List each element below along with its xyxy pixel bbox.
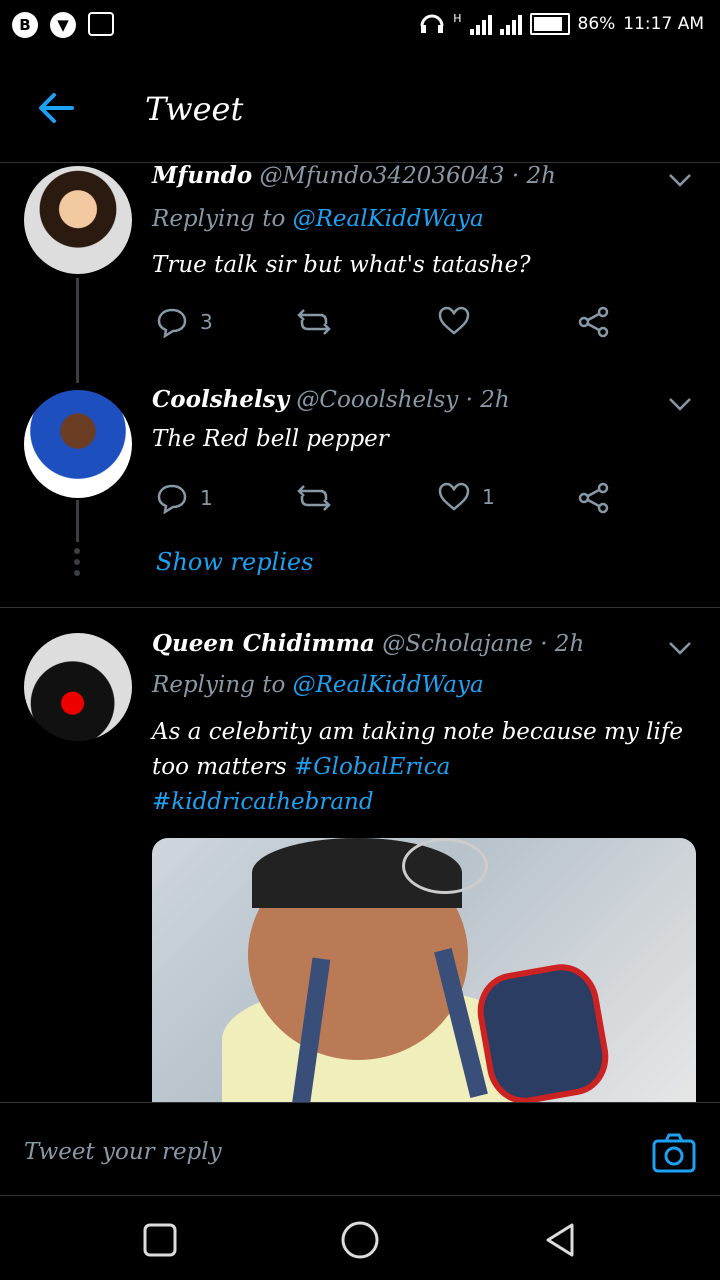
display-name[interactable]: Coolshelsy [152, 386, 289, 413]
retweet-icon [297, 309, 331, 335]
back-button[interactable] [540, 1220, 580, 1260]
replying-to: Replying to @RealKiddWaya [152, 206, 484, 232]
avatar[interactable] [24, 390, 132, 498]
avatar[interactable] [24, 166, 132, 274]
thread-line [76, 278, 79, 383]
tweet-text: The Red bell pepper [152, 426, 389, 452]
retweet-button[interactable] [296, 482, 332, 514]
chevron-down-icon[interactable] [668, 396, 692, 412]
replying-to-link[interactable]: @RealKiddWaya [293, 206, 484, 232]
user-handle[interactable]: @Cooolshelsy [296, 387, 458, 413]
share-icon [578, 306, 609, 338]
reply-icon [157, 308, 187, 338]
thread-line [76, 500, 79, 542]
recents-button[interactable] [140, 1220, 180, 1260]
tweet-header: Queen Chidimma @Scholajane · 2h [152, 630, 584, 657]
notification-icons: B ▼ [12, 12, 114, 38]
retweet-icon [297, 485, 331, 511]
network-type: H [453, 12, 462, 25]
chevron-down-icon[interactable] [668, 172, 692, 188]
share-button[interactable] [578, 306, 610, 338]
tweet-actions: 3 [156, 306, 636, 346]
retweet-button[interactable] [296, 306, 332, 338]
battery-icon [529, 13, 570, 35]
share-icon [578, 482, 609, 514]
tweet-time: · 2h [511, 163, 556, 189]
home-button[interactable] [340, 1220, 380, 1260]
display-name[interactable]: Mfundo [152, 162, 252, 189]
chevron-down-icon[interactable] [668, 640, 692, 656]
tweet-actions: 1 1 [156, 482, 636, 522]
reply-button[interactable]: 3 [156, 306, 213, 338]
tweet-text-block: As a celebrity am taking note because my… [152, 715, 697, 820]
tweet-text: True talk sir but what's tatashe? [152, 252, 531, 278]
headset-icon [420, 14, 444, 33]
reply-count: 3 [200, 310, 213, 334]
back-arrow-icon[interactable] [36, 88, 76, 128]
clock: 11:17 AM [623, 14, 704, 34]
b-app-icon: B [12, 12, 38, 38]
replying-to: Replying to @RealKiddWaya [152, 672, 484, 698]
image-content [402, 838, 488, 894]
signal-icon-2 [499, 13, 522, 35]
app-header: Tweet [0, 52, 720, 163]
heart-icon [438, 482, 470, 511]
tweet-header: Mfundo @Mfundo342036043 · 2h [152, 162, 556, 189]
image-icon [88, 12, 114, 36]
reply-icon [157, 484, 187, 514]
battery-percent: 86% [577, 14, 616, 34]
reply-composer: Tweet your reply [0, 1102, 720, 1196]
camera-icon[interactable] [652, 1133, 696, 1173]
like-count: 1 [482, 485, 495, 509]
replying-prefix: Replying to [152, 672, 286, 698]
signal-icon [469, 13, 492, 35]
tweet-time: · 2h [465, 387, 510, 413]
tweet-header: Coolshelsy @Cooolshelsy · 2h [152, 386, 510, 413]
shield-icon: ▼ [50, 12, 76, 38]
replying-to-link[interactable]: @RealKiddWaya [293, 672, 484, 698]
status-bar: B ▼ H 86% 11:17 AM [0, 0, 720, 52]
user-handle[interactable]: @Mfundo342036043 [260, 163, 505, 189]
page-title: Tweet [145, 90, 244, 128]
heart-icon [438, 306, 470, 335]
like-button[interactable] [438, 306, 470, 336]
share-button[interactable] [578, 482, 610, 514]
system-indicators: H 86% 11:17 AM [419, 12, 704, 36]
android-nav-bar [0, 1196, 720, 1280]
replying-prefix: Replying to [152, 206, 286, 232]
user-handle[interactable]: @Scholajane [382, 631, 533, 657]
reply-count: 1 [200, 486, 213, 510]
tweet-time: · 2h [540, 631, 585, 657]
hashtag[interactable]: #kiddricathebrand [152, 789, 374, 815]
hashtag[interactable]: #GlobalErica [294, 754, 450, 780]
image-content [471, 958, 615, 1102]
tweet-media-image[interactable] [152, 838, 696, 1102]
more-replies-dots [74, 548, 82, 576]
reply-button[interactable]: 1 [156, 482, 213, 514]
show-replies-link[interactable]: Show replies [156, 548, 313, 576]
divider [0, 607, 720, 608]
avatar[interactable] [24, 633, 132, 741]
like-button[interactable]: 1 [438, 482, 495, 512]
reply-input[interactable]: Tweet your reply [24, 1139, 222, 1165]
display-name[interactable]: Queen Chidimma [152, 630, 375, 657]
